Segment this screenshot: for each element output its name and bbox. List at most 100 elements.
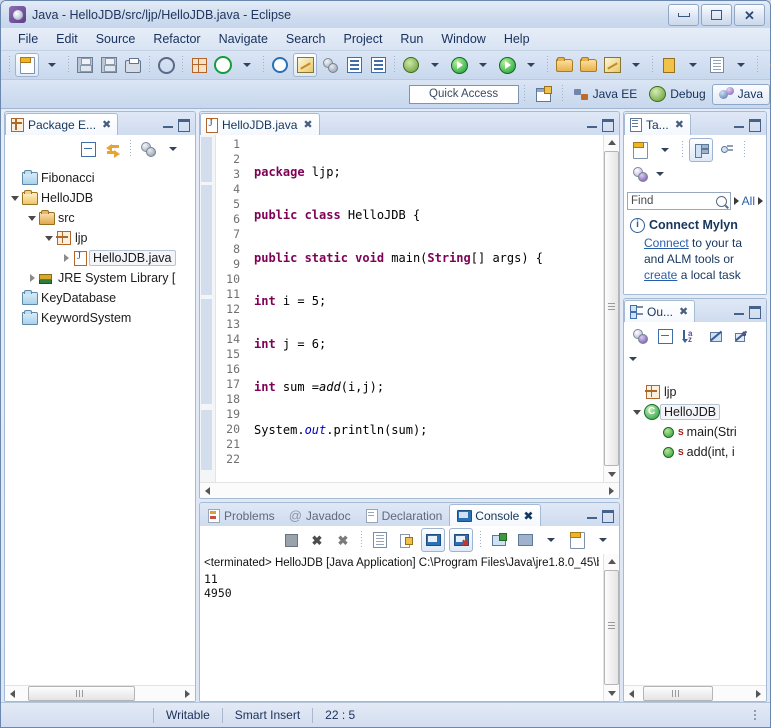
back-history-icon[interactable] bbox=[763, 54, 771, 76]
outline-item-ljp[interactable]: ljp bbox=[624, 382, 766, 402]
scroll-left-icon[interactable] bbox=[624, 686, 639, 701]
tree-item-src[interactable]: src bbox=[5, 208, 195, 228]
dropdown-icon[interactable] bbox=[540, 529, 562, 551]
status-resize-handle[interactable] bbox=[754, 710, 756, 720]
minimize-icon[interactable] bbox=[587, 514, 597, 519]
scroll-right-icon[interactable] bbox=[180, 686, 195, 701]
maximize-icon[interactable] bbox=[602, 119, 614, 132]
link-with-editor-icon[interactable] bbox=[102, 138, 124, 160]
editor-hscrollbar[interactable] bbox=[200, 482, 619, 498]
filter-label[interactable]: All bbox=[742, 194, 755, 208]
previous-annotation-icon[interactable] bbox=[706, 54, 728, 76]
view-menu-icon[interactable] bbox=[162, 138, 184, 160]
scroll-right-icon[interactable] bbox=[604, 483, 619, 498]
new-task-icon[interactable] bbox=[629, 139, 651, 161]
view-menu-icon[interactable] bbox=[649, 163, 671, 185]
external-tools-icon[interactable] bbox=[553, 54, 575, 76]
run-last-tool-dropdown-icon[interactable] bbox=[520, 54, 542, 76]
magnifier-icon[interactable] bbox=[715, 195, 727, 207]
scroll-up-icon[interactable] bbox=[604, 554, 619, 569]
package-explorer-tree[interactable]: Fibonacci HelloJDB src ljp J HelloJDB.ja… bbox=[5, 164, 195, 685]
scheduled-presentation-icon[interactable] bbox=[716, 139, 738, 161]
scroll-down-icon[interactable] bbox=[604, 467, 619, 482]
tab-hellojdb-java[interactable]: J HelloJDB.java ✖ bbox=[200, 113, 320, 135]
console-output[interactable]: <terminated> HelloJDB [Java Application]… bbox=[200, 554, 603, 701]
show-console-on-output-icon[interactable] bbox=[421, 528, 445, 552]
next-filter-icon[interactable] bbox=[758, 197, 763, 205]
scroll-left-icon[interactable] bbox=[5, 686, 20, 701]
scroll-lock-icon[interactable] bbox=[395, 529, 417, 551]
maximize-icon[interactable] bbox=[749, 306, 761, 319]
quick-access-input[interactable]: Quick Access bbox=[408, 84, 519, 104]
collapse-all-icon[interactable] bbox=[77, 138, 99, 160]
menu-help[interactable]: Help bbox=[495, 30, 539, 48]
skip-all-breakpoints-icon[interactable] bbox=[319, 54, 341, 76]
debug-dropdown-icon[interactable] bbox=[424, 54, 446, 76]
new-wizard-icon[interactable] bbox=[15, 53, 39, 77]
tab-outline[interactable]: Ou... ✖ bbox=[624, 300, 696, 322]
console-vscrollbar[interactable] bbox=[603, 554, 619, 701]
restore-button[interactable] bbox=[701, 4, 732, 26]
minimize-icon[interactable] bbox=[734, 123, 744, 128]
outline-hscrollbar[interactable] bbox=[624, 685, 766, 701]
terminate-icon[interactable] bbox=[280, 529, 302, 551]
editor-vscrollbar[interactable] bbox=[603, 135, 619, 482]
twisty-collapsed[interactable] bbox=[60, 254, 72, 262]
editor-annotation-ruler[interactable] bbox=[200, 135, 216, 482]
hscroll-thumb[interactable] bbox=[28, 686, 135, 701]
remove-launch-icon[interactable]: ✖ bbox=[306, 529, 328, 551]
task-list-body[interactable]: i Connect Mylyn Connect to your ta and A… bbox=[624, 211, 766, 294]
close-icon[interactable]: ✖ bbox=[675, 118, 684, 131]
new-wizard-dropdown-icon[interactable] bbox=[41, 54, 63, 76]
sort-icon[interactable]: a z bbox=[679, 325, 701, 347]
view-menu-icon[interactable] bbox=[629, 348, 637, 370]
tab-problems[interactable]: Problems bbox=[200, 505, 282, 526]
remove-all-terminated-icon[interactable]: ✖ bbox=[332, 529, 354, 551]
focus-on-active-task-icon[interactable] bbox=[629, 325, 651, 347]
hide-fields-icon[interactable] bbox=[704, 325, 726, 347]
run-dropdown-icon[interactable] bbox=[472, 54, 494, 76]
new-task-dropdown-icon[interactable] bbox=[654, 139, 676, 161]
search-icon[interactable] bbox=[601, 54, 623, 76]
minimize-icon[interactable] bbox=[163, 123, 173, 128]
toggle-mark-occurrences-icon[interactable] bbox=[293, 53, 317, 77]
menu-refactor[interactable]: Refactor bbox=[144, 30, 209, 48]
scroll-down-icon[interactable] bbox=[604, 686, 619, 701]
run-last-tool-icon[interactable] bbox=[496, 54, 518, 76]
tree-item-fibonacci[interactable]: Fibonacci bbox=[5, 168, 195, 188]
show-console-on-error-icon[interactable]: ✖ bbox=[449, 528, 473, 552]
perspective-java[interactable]: Java bbox=[711, 83, 770, 105]
menu-navigate[interactable]: Navigate bbox=[210, 30, 277, 48]
editor-area[interactable]: 1 2 3 4 5 6 7 8 9 10 11 12 13 14 15 16 1… bbox=[200, 135, 619, 482]
outline-item-add[interactable]: S add(int, i bbox=[624, 442, 766, 462]
twisty-expanded[interactable] bbox=[43, 236, 55, 241]
close-button[interactable]: ✕ bbox=[734, 4, 765, 26]
package-explorer-hscrollbar[interactable] bbox=[5, 685, 195, 701]
minimize-button[interactable] bbox=[668, 4, 699, 26]
close-icon[interactable]: ✖ bbox=[102, 118, 111, 131]
menu-project[interactable]: Project bbox=[335, 30, 392, 48]
tab-console[interactable]: Console ✖ bbox=[449, 504, 542, 526]
connect-link[interactable]: Connect bbox=[644, 236, 689, 250]
open-resource-icon[interactable] bbox=[577, 54, 599, 76]
run-icon[interactable] bbox=[448, 54, 470, 76]
outline-item-main[interactable]: S main(Stri bbox=[624, 422, 766, 442]
pin-console-icon[interactable] bbox=[488, 529, 510, 551]
close-icon[interactable]: ✖ bbox=[523, 509, 533, 523]
categorized-presentation-icon[interactable] bbox=[689, 138, 713, 162]
maximize-icon[interactable] bbox=[178, 119, 190, 132]
tree-item-keydatabase[interactable]: KeyDatabase bbox=[5, 288, 195, 308]
save-icon[interactable] bbox=[74, 54, 96, 76]
tree-item-ljp[interactable]: ljp bbox=[5, 228, 195, 248]
dropdown-icon[interactable] bbox=[592, 529, 614, 551]
previous-annotation-dropdown-icon[interactable] bbox=[730, 54, 752, 76]
focus-on-workweek-icon[interactable] bbox=[629, 163, 651, 185]
format-icon[interactable] bbox=[367, 54, 389, 76]
twisty-expanded[interactable] bbox=[631, 410, 643, 415]
next-annotation-icon[interactable] bbox=[658, 54, 680, 76]
open-type-icon[interactable] bbox=[269, 54, 291, 76]
hscroll-thumb[interactable] bbox=[643, 686, 713, 701]
tab-task-list[interactable]: Ta... ✖ bbox=[624, 113, 691, 135]
print-icon[interactable] bbox=[122, 54, 144, 76]
menu-file[interactable]: File bbox=[9, 30, 47, 48]
